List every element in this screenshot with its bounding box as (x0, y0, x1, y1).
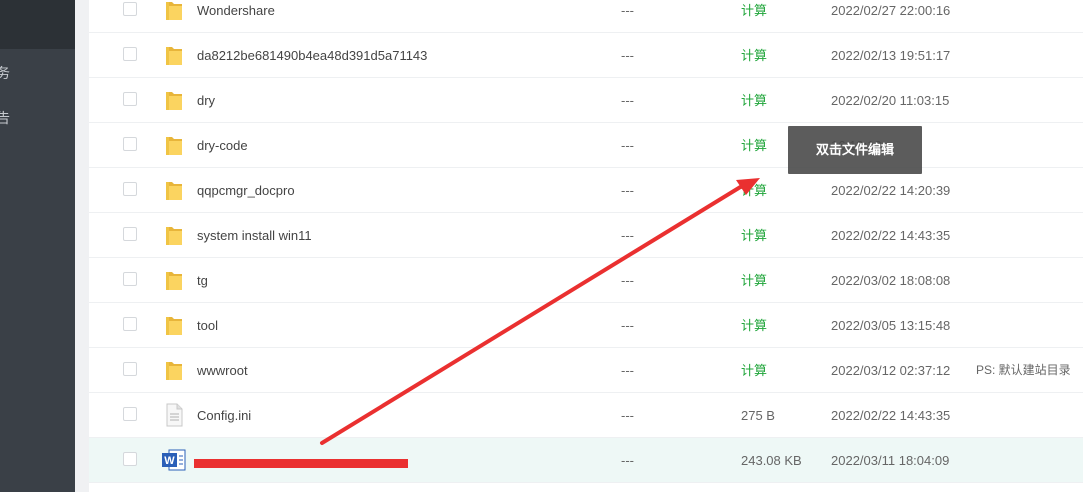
file-row[interactable]: dry-code---计算16:12:13 (89, 123, 1083, 168)
modified-time: 2022/02/20 11:03:15 (831, 93, 950, 108)
row-checkbox[interactable] (123, 452, 137, 466)
file-name[interactable]: tool (197, 303, 218, 348)
row-checkbox[interactable] (123, 407, 137, 421)
sidebar-active-item[interactable] (0, 0, 75, 49)
row-checkbox[interactable] (123, 317, 137, 331)
file-row[interactable]: wwwroot --- 计算 2022/03/12 02:37:12 PS: 默认建站目… (89, 348, 1083, 393)
file-row[interactable]: tool --- 计算 2022/03/05 13:15:48 (89, 303, 1083, 348)
file-name[interactable]: dry-code (197, 123, 248, 168)
calculate-size-link[interactable]: 计算 (741, 303, 767, 348)
file-permission: --- (621, 453, 634, 468)
modified-time: 2022/03/02 18:08:08 (831, 273, 951, 288)
folder-icon (164, 43, 184, 67)
modified-time: 2022/03/12 02:37:12 (831, 363, 951, 378)
svg-text:W: W (164, 455, 175, 467)
sidebar-item-label[interactable]: 告 (0, 110, 10, 126)
file-row[interactable]: Config.ini --- 275 B 2022/02/22 14:43:35 (89, 393, 1083, 438)
redaction-bar (194, 459, 408, 468)
file-name[interactable]: wwwroot (197, 348, 248, 393)
tooltip: 双击文件编辑 (788, 126, 922, 174)
modified-time: 2022/03/05 13:15:48 (831, 318, 951, 333)
row-checkbox[interactable] (123, 182, 137, 196)
file-name[interactable]: dry (197, 78, 215, 123)
word-file-icon: W (162, 448, 186, 472)
file-name[interactable]: Config.ini (197, 393, 251, 438)
file-permission: --- (621, 3, 634, 18)
row-checkbox[interactable] (123, 272, 137, 286)
file-row[interactable]: system install win11 --- 计算 2022/02/22 14:4… (89, 213, 1083, 258)
file-permission: --- (621, 273, 634, 288)
row-checkbox[interactable] (123, 2, 137, 16)
row-checkbox[interactable] (123, 362, 137, 376)
file-row[interactable]: Wondershare --- 计算 2022/02/27 22:00:16 (89, 0, 1083, 33)
folder-icon (164, 133, 184, 157)
sidebar-item-label[interactable]: 务 (0, 65, 10, 81)
file-name[interactable]: system install win11 (197, 213, 312, 258)
file-row[interactable]: da8212be681490b4ea48d391d5a71143 --- 计算 202… (89, 33, 1083, 78)
folder-icon (164, 358, 184, 382)
file-row[interactable]: W --- 243.08 KB 2022/03/11 18:04:09 (89, 438, 1083, 483)
file-permission: --- (621, 183, 634, 198)
file-row[interactable]: tg --- 计算 2022/03/02 18:08:08 (89, 258, 1083, 303)
folder-icon (164, 0, 184, 22)
file-row[interactable]: dry --- 计算 2022/02/20 11:03:15 (89, 78, 1083, 123)
file-permission: --- (621, 93, 634, 108)
folder-icon (164, 178, 184, 202)
folder-icon (164, 313, 184, 337)
row-checkbox[interactable] (123, 47, 137, 61)
calculate-size-link[interactable]: 计算 (741, 168, 767, 213)
calculate-size-link[interactable]: 计算 (741, 33, 767, 78)
calculate-size-link[interactable]: 计算 (741, 78, 767, 123)
file-size: 243.08 KB (741, 453, 802, 468)
file-name[interactable]: da8212be681490b4ea48d391d5a71143 (197, 33, 427, 78)
modified-time: 2022/02/27 22:00:16 (831, 3, 951, 18)
calculate-size-link[interactable]: 计算 (741, 213, 767, 258)
modified-time: 2022/02/22 14:20:39 (831, 183, 951, 198)
calculate-size-link[interactable]: 计算 (741, 258, 767, 303)
file-size: 275 B (741, 408, 775, 423)
folder-icon (164, 88, 184, 112)
file-name[interactable]: Wondershare (197, 0, 275, 33)
modified-time: 2022/03/11 18:04:09 (831, 453, 950, 468)
sidebar: 务 告 (0, 0, 75, 492)
row-checkbox[interactable] (123, 137, 137, 151)
text-file-icon (164, 403, 184, 427)
file-name[interactable]: qqpcmgr_docpro (197, 168, 295, 213)
calculate-size-link[interactable]: 计算 (741, 123, 767, 168)
modified-time: 2022/02/22 14:43:35 (831, 228, 951, 243)
file-row[interactable]: qqpcmgr_docpro --- 计算 2022/02/22 14:20:39 (89, 168, 1083, 213)
row-checkbox[interactable] (123, 227, 137, 241)
file-permission: --- (621, 363, 634, 378)
modified-time: 2022/02/22 14:43:35 (831, 408, 951, 423)
calculate-size-link[interactable]: 计算 (741, 348, 767, 393)
folder-icon (164, 223, 184, 247)
file-permission: --- (621, 408, 634, 423)
content-gutter (75, 0, 89, 492)
file-permission: --- (621, 138, 634, 153)
file-permission: --- (621, 318, 634, 333)
folder-icon (164, 268, 184, 292)
row-checkbox[interactable] (123, 92, 137, 106)
file-permission: --- (621, 48, 634, 63)
file-note[interactable]: PS: 默认建站目录 (976, 348, 1071, 393)
file-permission: --- (621, 228, 634, 243)
file-name[interactable]: tg (197, 258, 208, 303)
modified-time: 2022/02/13 19:51:17 (831, 48, 951, 63)
calculate-size-link[interactable]: 计算 (741, 0, 767, 33)
